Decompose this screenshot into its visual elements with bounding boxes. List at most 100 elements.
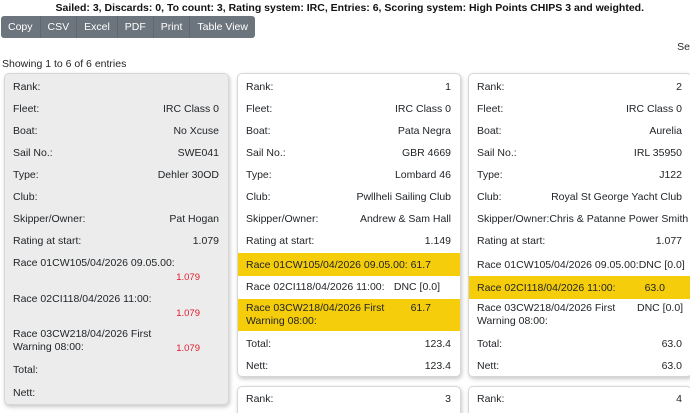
- copy-button[interactable]: Copy: [1, 16, 41, 38]
- boat-row: Boat: Aurelia: [469, 120, 690, 142]
- rating-row: Rating at start: 1.077: [469, 230, 690, 252]
- fleet-label: Fleet:: [246, 103, 273, 115]
- total-label: Total:: [477, 338, 503, 350]
- excel-button[interactable]: Excel: [77, 16, 118, 38]
- race1-value: 1.079: [176, 272, 200, 283]
- rating-label: Rating at start:: [13, 235, 82, 247]
- type-value: J122: [659, 169, 682, 181]
- club-label: Club:: [246, 191, 271, 203]
- sail-no-row: Sail No.: IRL 35950: [469, 142, 690, 164]
- race3-row: Race 03CW218/04/2026 First Warning 08:00…: [469, 299, 690, 331]
- race2-row: Race 02CI118/04/2026 11:00: 1.079: [5, 290, 228, 326]
- rating-value: 1.149: [424, 235, 451, 247]
- fleet-row: Fleet: IRC Class 0: [5, 98, 228, 120]
- club-value: Royal St George Yacht Club: [551, 191, 682, 203]
- rating-row: Rating at start: 1.079: [5, 230, 228, 252]
- nett-label: Nett:: [477, 360, 500, 372]
- race1-label: Race 01CW105/04/2026 09.05.00:: [477, 258, 639, 271]
- race1-row: Race 01CW105/04/2026 09.05.00: DNC [0.0]: [469, 253, 690, 276]
- club-row: Club: Pwllheli Sailing Club: [238, 186, 460, 208]
- boat-row: Boat: Pata Negra: [238, 120, 460, 142]
- race3-value: 1.079: [176, 343, 200, 354]
- race2-value: DNC [0.0]: [393, 281, 440, 293]
- skipper-label: Skipper/Owner:: [477, 213, 550, 225]
- result-card: Rank: 2 Fleet: IRC Class 0 Boat: Aurelia…: [468, 73, 690, 377]
- result-card: Rank: 3: [237, 386, 461, 413]
- sail-no-value: IRL 35950: [633, 147, 682, 159]
- type-label: Type:: [477, 169, 503, 181]
- skipper-label: Skipper/Owner:: [246, 213, 319, 225]
- race3-row: Race 03CW218/04/2026 First Warning 08:00…: [5, 326, 228, 356]
- rating-row: Rating at start: 1.149: [238, 230, 460, 252]
- rank-value: 1: [445, 81, 451, 93]
- fleet-value: IRC Class 0: [162, 103, 219, 115]
- fleet-row: Fleet: IRC Class 0: [469, 98, 690, 120]
- nett-row: Nett:: [5, 382, 228, 404]
- boat-value: Aurelia: [649, 125, 682, 137]
- pdf-button[interactable]: PDF: [118, 16, 154, 38]
- race2-row: Race 02CI118/04/2026 11:00: 63.0: [469, 276, 690, 299]
- rank-row: Rank:: [5, 76, 228, 98]
- fleet-row: Fleet: IRC Class 0: [238, 98, 460, 120]
- export-toolbar: Copy CSV Excel PDF Print Table View: [1, 16, 255, 38]
- rating-value: 1.077: [655, 235, 682, 247]
- result-card: Rank: 4: [468, 386, 690, 413]
- rank-value: 2: [676, 81, 682, 93]
- boat-value: No Xcuse: [173, 125, 219, 137]
- skipper-value: Chris & Patanne Power Smith: [549, 213, 689, 225]
- rank-row: Rank: 4: [469, 388, 690, 410]
- table-view-button[interactable]: Table View: [190, 16, 255, 38]
- print-button[interactable]: Print: [154, 16, 191, 38]
- result-card: Rank: 1 Fleet: IRC Class 0 Boat: Pata Ne…: [237, 73, 461, 377]
- boat-row: Boat: No Xcuse: [5, 120, 228, 142]
- rank-value: 3: [445, 393, 451, 405]
- rank-value: 4: [676, 393, 682, 405]
- type-value: Lombard 46: [394, 169, 451, 181]
- club-label: Club:: [477, 191, 502, 203]
- fleet-value: IRC Class 0: [394, 103, 451, 115]
- race1-row: Race 01CW105/04/2026 09.05.00: 1.079: [5, 254, 228, 290]
- nett-value: 123.4: [424, 360, 451, 372]
- search-label: Se: [677, 41, 690, 53]
- race1-row: Race 01CW105/04/2026 09.05.00: 61.7: [238, 253, 460, 276]
- rank-label: Rank:: [477, 393, 505, 405]
- fleet-label: Fleet:: [13, 103, 40, 115]
- nett-label: Nett:: [246, 360, 269, 372]
- skipper-value: Pat Hogan: [169, 213, 219, 225]
- results-summary: Sailed: 3, Discards: 0, To count: 3, Rat…: [55, 2, 644, 14]
- sail-no-value: GBR 4669: [401, 147, 451, 159]
- race2-label: Race 02CI118/04/2026 11:00:: [477, 281, 616, 294]
- race1-label: Race 01CW105/04/2026 09.05.00:: [246, 258, 408, 271]
- race3-row: Race 03CW218/04/2026 First Warning 08:00…: [238, 299, 460, 331]
- type-row: Type: J122: [469, 164, 690, 186]
- race1-label: Race 01CW105/04/2026 09.05.00:: [13, 257, 175, 269]
- club-row: Club: Royal St George Yacht Club: [469, 186, 690, 208]
- race3-label: Race 03CW218/04/2026 First Warning 08:00…: [13, 328, 152, 353]
- race3-value: DNC [0.0]: [637, 302, 684, 314]
- entries-info: Showing 1 to 6 of 6 entries: [2, 58, 127, 70]
- csv-button[interactable]: CSV: [41, 16, 78, 38]
- race2-value: 63.0: [644, 281, 665, 294]
- race1-value: 61.7: [410, 258, 431, 271]
- type-value: Dehler 30OD: [157, 169, 219, 181]
- rank-label: Rank:: [246, 393, 274, 405]
- total-row: Total: 123.4: [238, 333, 460, 355]
- race1-value: DNC [0.0]: [638, 258, 685, 271]
- race2-value: 1.079: [176, 308, 200, 319]
- boat-label: Boat:: [477, 125, 502, 137]
- boat-label: Boat:: [13, 125, 38, 137]
- sail-no-label: Sail No.:: [477, 147, 517, 159]
- fleet-label: Fleet:: [477, 103, 504, 115]
- sail-no-row: Sail No.: GBR 4669: [238, 142, 460, 164]
- skipper-row: Skipper/Owner: Chris & Patanne Power Smi…: [469, 208, 690, 230]
- total-row: Total:: [5, 359, 228, 381]
- race2-label: Race 02CI118/04/2026 11:00:: [13, 293, 152, 305]
- total-label: Total:: [13, 364, 39, 376]
- race2-label: Race 02CI118/04/2026 11:00:: [246, 281, 385, 293]
- type-label: Type:: [246, 169, 272, 181]
- skipper-value: Andrew & Sam Hall: [359, 213, 451, 225]
- rank-label: Rank:: [246, 81, 274, 93]
- rank-label: Rank:: [477, 81, 505, 93]
- nett-value: 63.0: [661, 360, 682, 372]
- race3-label: Race 03CW218/04/2026 First Warning 08:00…: [246, 302, 385, 327]
